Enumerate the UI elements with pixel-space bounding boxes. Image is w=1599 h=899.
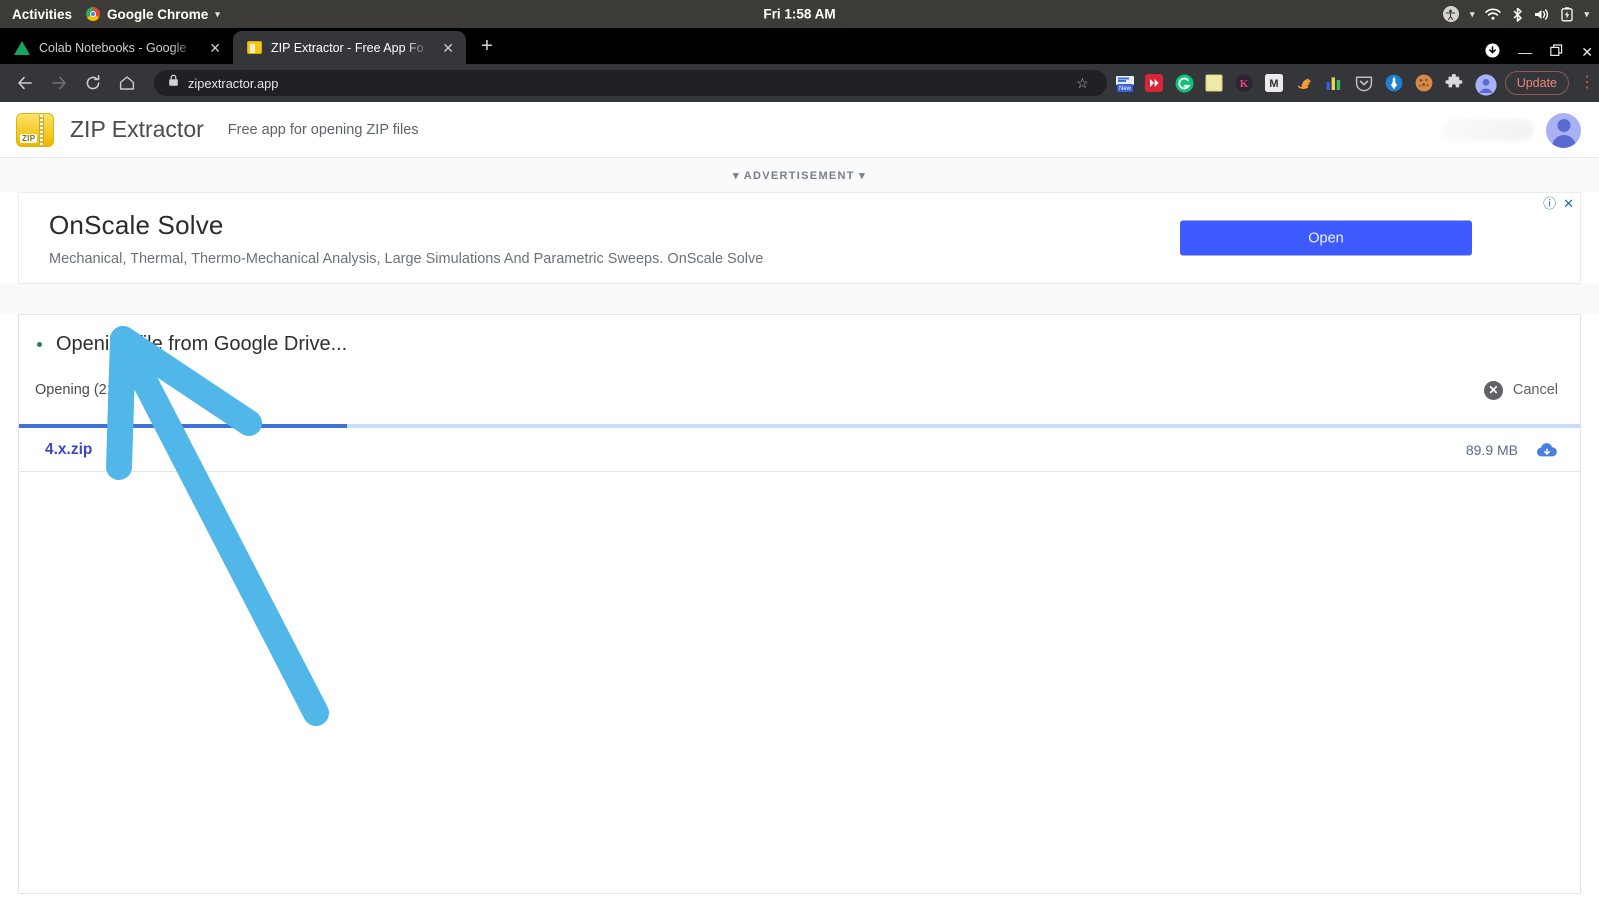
ad-open-button[interactable]: Open: [1180, 220, 1472, 256]
active-app-name: Google Chrome: [107, 6, 209, 22]
bluetooth-icon[interactable]: [1512, 7, 1523, 22]
ad-close-icon[interactable]: ✕: [1563, 197, 1574, 210]
tab-title: ZIP Extractor - Free App Fo: [271, 40, 424, 55]
k-extension-icon[interactable]: K: [1235, 74, 1253, 92]
reload-button[interactable]: [78, 68, 108, 98]
red-video-extension-icon[interactable]: [1144, 74, 1163, 92]
browser-menu-icon[interactable]: ⋮: [1579, 75, 1595, 91]
advertisement-banner[interactable]: OnScale Solve Mechanical, Thermal, Therm…: [18, 192, 1581, 284]
advertisement-label: ▾ ADVERTISEMENT ▾: [0, 158, 1599, 192]
opening-file-card: Opening file from Google Drive... Openin…: [18, 314, 1581, 894]
file-list-item[interactable]: 4.x.zip 89.9 MB: [19, 428, 1580, 472]
progress-status-text: Opening (21%): [35, 382, 133, 398]
progress-bar-fill: [19, 424, 347, 428]
google-drive-icon: [14, 41, 30, 55]
clock[interactable]: Fri 1:58 AM: [763, 7, 835, 22]
battery-icon[interactable]: [1561, 6, 1574, 22]
cancel-button[interactable]: ✕ Cancel: [1483, 380, 1558, 400]
bookmark-star-icon[interactable]: ☆: [1076, 75, 1089, 92]
logo-text: ZIP: [20, 133, 38, 143]
maximize-button[interactable]: [1550, 44, 1563, 59]
address-bar[interactable]: zipextractor.app ☆: [154, 70, 1107, 96]
browser-toolbar: zipextractor.app ☆ New K M Update ⋮: [0, 64, 1599, 102]
blue-target-extension-icon[interactable]: [1385, 74, 1403, 92]
app-header: ZIP ZIP Extractor Free app for opening Z…: [0, 102, 1599, 158]
minimize-button[interactable]: —: [1518, 45, 1532, 59]
content-spacer: [0, 284, 1599, 314]
accessibility-icon[interactable]: [1442, 6, 1459, 22]
page-content: ZIP ZIP Extractor Free app for opening Z…: [0, 102, 1599, 899]
chevron-down-icon: ▾: [215, 8, 220, 19]
zipper-detail: [39, 114, 44, 145]
chart-extension-icon[interactable]: [1325, 74, 1343, 92]
home-button[interactable]: [112, 68, 142, 98]
close-icon[interactable]: ✕: [440, 41, 456, 55]
zip-file-icon: [247, 41, 262, 54]
zip-extractor-logo-icon: ZIP: [16, 112, 54, 147]
cookie-extension-icon[interactable]: [1415, 74, 1433, 92]
file-name[interactable]: 4.x.zip: [45, 441, 92, 459]
green-g-extension-icon[interactable]: [1175, 74, 1194, 93]
pocket-extension-icon[interactable]: [1355, 74, 1373, 92]
user-avatar[interactable]: [1546, 112, 1581, 148]
close-icon[interactable]: ✕: [207, 41, 223, 55]
svg-text:New: New: [1119, 86, 1132, 92]
active-app-menu[interactable]: Google Chrome ▾: [86, 7, 220, 22]
lock-icon: [168, 74, 179, 92]
wifi-icon[interactable]: [1485, 8, 1502, 21]
browser-tab-colab[interactable]: Colab Notebooks - Google ✕: [0, 31, 233, 64]
yellow-note-extension-icon[interactable]: [1205, 74, 1223, 92]
bird-extension-icon[interactable]: [1295, 74, 1313, 92]
browser-tabstrip: Colab Notebooks - Google ✕ ZIP Extractor…: [0, 28, 1599, 64]
new-tab-button[interactable]: +: [473, 33, 501, 61]
os-top-bar: Activities Google Chrome ▾ Fri 1:58 AM ▾…: [0, 0, 1599, 28]
loading-placeholder: [1442, 119, 1534, 141]
chrome-icon: [86, 7, 101, 21]
close-window-button[interactable]: ✕: [1581, 45, 1593, 59]
back-button[interactable]: [10, 68, 40, 98]
activities-button[interactable]: Activities: [12, 7, 72, 22]
card-title: Opening file from Google Drive...: [56, 333, 348, 355]
browser-tab-zipextractor[interactable]: ZIP Extractor - Free App Fo ✕: [233, 31, 466, 64]
gmail-extension-icon[interactable]: M: [1264, 74, 1283, 92]
cancel-label: Cancel: [1512, 382, 1558, 398]
update-button[interactable]: Update: [1504, 71, 1569, 95]
puzzle-extensions-icon[interactable]: [1445, 73, 1463, 92]
svg-text:K: K: [1239, 78, 1248, 90]
tab-title: Colab Notebooks - Google: [39, 40, 187, 55]
volume-icon[interactable]: [1534, 8, 1550, 21]
progress-bar-track: [19, 424, 1580, 428]
new-badge-extension-icon[interactable]: New: [1115, 74, 1134, 92]
ad-headline: OnScale Solve: [49, 209, 224, 240]
app-title: ZIP Extractor: [70, 116, 204, 142]
ad-description: Mechanical, Thermal, Thermo-Mechanical A…: [49, 250, 764, 267]
extensions-row: New K M: [1115, 73, 1497, 96]
ad-info-icon[interactable]: ⓘ: [1543, 197, 1556, 210]
forward-button[interactable]: [44, 68, 74, 98]
chevron-down-icon[interactable]: ▾: [1584, 9, 1589, 20]
close-icon: ✕: [1483, 380, 1503, 400]
file-size: 89.9 MB: [1465, 441, 1518, 458]
app-tagline: Free app for opening ZIP files: [227, 121, 419, 138]
url-text: zipextractor.app: [188, 75, 279, 91]
cloud-download-icon[interactable]: [1536, 442, 1558, 458]
svg-text:M: M: [1269, 78, 1278, 90]
status-dot-icon: [37, 342, 42, 347]
download-indicator-icon[interactable]: [1485, 43, 1500, 60]
chevron-down-icon: ▾: [1469, 8, 1475, 19]
profile-avatar[interactable]: [1475, 74, 1497, 96]
